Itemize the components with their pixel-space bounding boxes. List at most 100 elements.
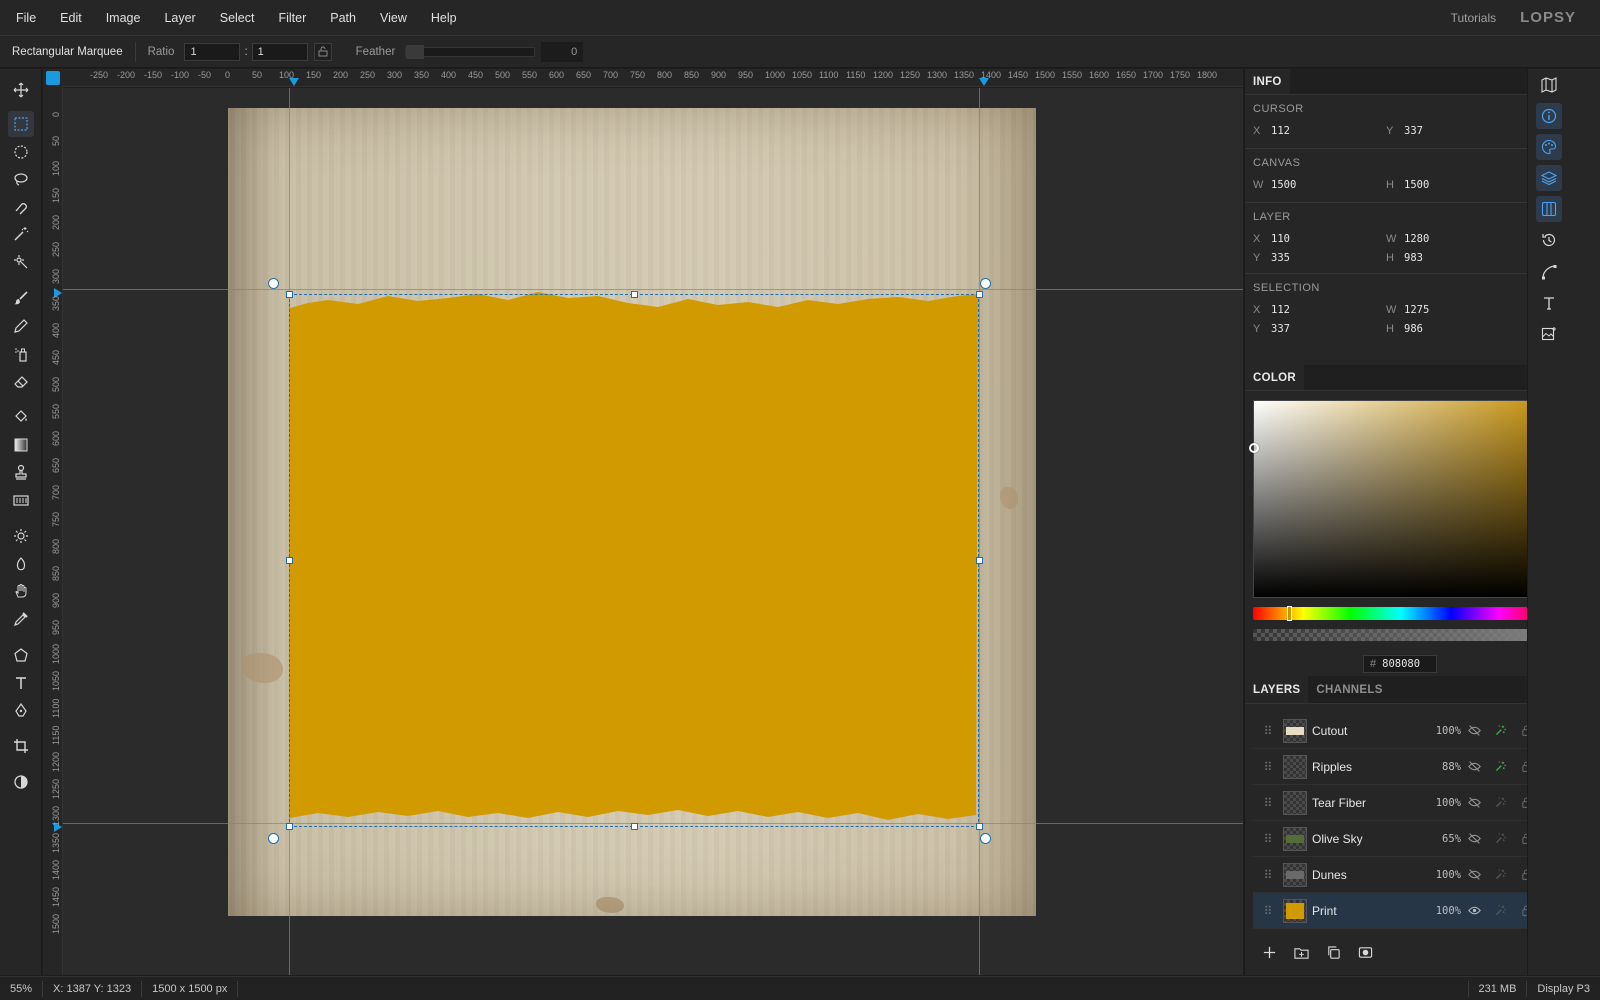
layer-effects-icon[interactable] [1487,904,1513,917]
layer-name[interactable]: Print [1312,904,1427,918]
quick-select-icon[interactable] [8,249,34,275]
tab-channels[interactable]: CHANNELS [1308,676,1390,703]
horizontal-guide[interactable] [63,289,1243,290]
character-icon[interactable] [1536,290,1562,316]
rect-marquee-icon[interactable] [8,111,34,137]
tab-color[interactable]: COLOR [1245,365,1305,390]
brush-icon[interactable] [8,285,34,311]
paint-bucket-icon[interactable] [8,404,34,430]
drag-handle-icon[interactable]: ⠿ [1253,724,1283,738]
menu-layer[interactable]: Layer [152,0,207,36]
layer-name[interactable]: Tear Fiber [1312,796,1427,810]
hex-color-field[interactable]: # 808080 [1363,655,1437,673]
ruler-origin-marker[interactable] [46,71,60,85]
selection-handle[interactable] [976,823,983,830]
info-panel-icon[interactable] [1536,103,1562,129]
menu-file[interactable]: File [0,0,48,36]
lasso-icon[interactable] [8,166,34,192]
menu-path[interactable]: Path [318,0,368,36]
layer-row[interactable]: ⠿ Tear Fiber 100% [1253,785,1549,821]
saturation-value-picker[interactable] [1249,400,1549,598]
new-group-icon[interactable] [1285,945,1317,960]
menu-edit[interactable]: Edit [48,0,94,36]
crop-icon[interactable] [8,733,34,759]
layer-row[interactable]: ⠿ Cutout 100% [1253,713,1549,749]
feather-slider-thumb[interactable] [406,44,425,59]
spray-icon[interactable] [8,341,34,367]
layer-opacity[interactable]: 100% [1427,869,1461,881]
contrast-icon[interactable] [8,769,34,795]
ellipse-marquee-icon[interactable] [8,139,34,165]
channels-panel-icon[interactable] [1536,196,1562,222]
menu-image[interactable]: Image [94,0,153,36]
text-icon[interactable] [8,670,34,696]
menu-help[interactable]: Help [419,0,469,36]
layer-name[interactable]: Dunes [1312,868,1427,882]
gradient-icon[interactable] [8,432,34,458]
layer-opacity[interactable]: 65% [1427,833,1461,845]
drag-handle-icon[interactable]: ⠿ [1253,904,1283,918]
stamp-icon[interactable] [8,459,34,485]
magic-wand-icon[interactable] [8,221,34,247]
layer-effects-icon[interactable] [1487,724,1513,737]
transform-corner-handle[interactable] [980,833,991,844]
menu-view[interactable]: View [368,0,419,36]
ruler-corner[interactable] [43,69,63,87]
vertical-guide[interactable] [979,88,980,975]
hand-icon[interactable] [8,578,34,604]
canvas-workspace[interactable] [63,88,1243,975]
horizontal-ruler[interactable]: -250 -200 -150 -100 -50 0 50 100 150 200 250 300 350… [63,69,1243,87]
hex-value[interactable]: 808080 [1382,658,1420,670]
pattern-icon[interactable] [8,487,34,513]
color-panel-icon[interactable] [1536,134,1562,160]
magnetic-lasso-icon[interactable] [8,194,34,220]
add-layer-icon[interactable] [1253,945,1285,960]
hue-slider[interactable] [1253,606,1549,621]
image-adjust-icon[interactable] [1536,321,1562,347]
eraser-icon[interactable] [8,368,34,394]
dodge-icon[interactable] [8,523,34,549]
layer-effects-icon[interactable] [1487,832,1513,845]
layer-row[interactable]: ⠿ Ripples 88% [1253,749,1549,785]
tutorials-link[interactable]: Tutorials [1451,11,1497,25]
layer-effects-icon[interactable] [1487,760,1513,773]
layers-panel-icon[interactable] [1536,165,1562,191]
drag-handle-icon[interactable]: ⠿ [1253,796,1283,810]
layer-effects-icon[interactable] [1487,796,1513,809]
layer-row[interactable]: ⠿ Print 100% [1253,893,1549,929]
eyedropper-icon[interactable] [8,606,34,632]
selection-handle[interactable] [286,823,293,830]
paths-icon[interactable] [1536,259,1562,285]
layer-row[interactable]: ⠿ Dunes 100% [1253,857,1549,893]
feather-value[interactable]: 0 [541,41,584,62]
hue-slider-thumb[interactable] [1287,606,1292,621]
color-picker-cursor[interactable] [1249,443,1259,453]
transform-corner-handle[interactable] [980,278,991,289]
layer-effects-icon[interactable] [1487,868,1513,881]
layer-opacity[interactable]: 100% [1427,905,1461,917]
layer-row[interactable]: ⠿ Olive Sky 65% [1253,821,1549,857]
eye-hidden-icon[interactable] [1461,796,1487,809]
drag-handle-icon[interactable]: ⠿ [1253,832,1283,846]
layer-name[interactable]: Ripples [1312,760,1427,774]
drag-handle-icon[interactable]: ⠿ [1253,760,1283,774]
layer-name[interactable]: Olive Sky [1312,832,1427,846]
alpha-slider[interactable] [1253,628,1549,642]
ratio-height-input[interactable] [251,42,308,61]
menu-filter[interactable]: Filter [266,0,318,36]
selection-handle[interactable] [286,557,293,564]
ratio-lock-icon[interactable] [313,42,332,61]
navigator-icon[interactable] [1536,72,1562,98]
tab-layers[interactable]: LAYERS [1245,676,1309,703]
eye-hidden-icon[interactable] [1461,832,1487,845]
layer-opacity[interactable]: 100% [1427,797,1461,809]
drag-handle-icon[interactable]: ⠿ [1253,868,1283,882]
pencil-icon[interactable] [8,313,34,339]
layer-mask-icon[interactable] [1349,945,1381,960]
ratio-width-input[interactable] [184,42,241,61]
menu-select[interactable]: Select [208,0,267,36]
eye-icon[interactable] [1461,904,1487,917]
color-profile[interactable]: Display P3 [1526,980,1600,997]
selection-handle[interactable] [976,557,983,564]
transform-corner-handle[interactable] [268,833,279,844]
